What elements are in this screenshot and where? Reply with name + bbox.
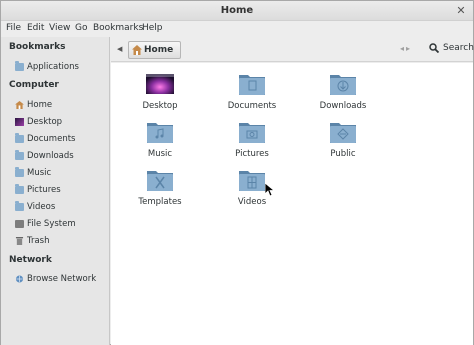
file-label: Pictures	[235, 149, 269, 159]
menu-help[interactable]: Help	[142, 23, 163, 33]
sidebar-item-trash[interactable]: Trash	[15, 233, 107, 248]
sidebar-heading-bookmarks: Bookmarks	[9, 42, 66, 52]
file-label: Videos	[237, 197, 267, 207]
sidebar-item-label: Browse Network	[27, 273, 97, 284]
close-icon[interactable]: ✕	[455, 5, 467, 17]
network-icon	[15, 274, 24, 283]
window-title: Home	[220, 5, 254, 16]
sidebar-item-videos[interactable]: Videos	[15, 199, 107, 214]
pictures-folder-icon	[239, 123, 265, 143]
search-button[interactable]: Search	[429, 43, 474, 53]
file-item-desktop[interactable]: Desktop	[120, 72, 200, 120]
menu-view[interactable]: View	[49, 23, 70, 33]
file-item-documents[interactable]: Documents	[212, 72, 292, 120]
sidebar-item-label: Music	[27, 167, 52, 178]
file-item-videos[interactable]: Videos	[212, 168, 292, 216]
file-item-public[interactable]: Public	[303, 120, 383, 168]
home-icon	[132, 45, 142, 55]
documents-folder-icon	[239, 75, 265, 95]
sidebar-item-home[interactable]: Home	[15, 97, 107, 112]
file-view: Desktop Documents Downloads Music Pictur…	[111, 63, 473, 345]
sidebar-item-applications[interactable]: Applications	[15, 59, 107, 74]
file-manager-window: Home ✕ File Edit View Go Bookmarks Help …	[0, 0, 474, 345]
public-folder-icon	[330, 123, 356, 143]
folder-icon	[15, 149, 24, 160]
file-item-templates[interactable]: Templates	[120, 168, 200, 216]
desktop-icon	[15, 117, 24, 126]
folder-icon	[15, 200, 24, 211]
folder-icon	[15, 60, 24, 71]
file-item-pictures[interactable]: Pictures	[212, 120, 292, 168]
menu-bar: File Edit View Go Bookmarks Help	[1, 21, 473, 37]
templates-folder-icon	[147, 171, 173, 191]
folder-icon	[15, 183, 24, 194]
sidebar-heading-computer: Computer	[9, 80, 59, 90]
home-icon	[15, 100, 24, 109]
sidebar-heading-network: Network	[9, 255, 52, 265]
sidebar-item-label: Videos	[27, 201, 56, 212]
menu-edit[interactable]: Edit	[27, 23, 44, 33]
search-icon	[429, 43, 439, 53]
file-label: Downloads	[319, 101, 367, 111]
toolbar: ◀ Home ◂▸ Search	[111, 37, 474, 62]
sidebar-item-downloads[interactable]: Downloads	[15, 148, 107, 163]
file-label: Public	[330, 149, 356, 159]
sidebar-item-label: Applications	[27, 61, 79, 72]
sidebar: Bookmarks Applications Computer Home Des…	[1, 37, 110, 345]
sidebar-item-label: Home	[27, 99, 53, 110]
sidebar-item-file-system[interactable]: File System	[15, 216, 107, 231]
sidebar-item-label: Desktop	[27, 116, 63, 127]
title-bar[interactable]: Home ✕	[1, 1, 473, 21]
downloads-folder-icon	[330, 75, 356, 95]
sidebar-item-label: Pictures	[27, 184, 61, 195]
sidebar-item-label: Downloads	[27, 150, 74, 161]
sidebar-item-pictures[interactable]: Pictures	[15, 182, 107, 197]
nav-arrows-icon[interactable]: ◂▸	[400, 44, 412, 53]
mouse-pointer-icon	[265, 183, 275, 197]
videos-folder-icon	[239, 171, 265, 191]
sidebar-item-documents[interactable]: Documents	[15, 131, 107, 146]
menu-go[interactable]: Go	[75, 23, 87, 33]
file-item-downloads[interactable]: Downloads	[303, 72, 383, 120]
sidebar-item-desktop[interactable]: Desktop	[15, 114, 107, 129]
back-arrow-icon[interactable]: ◀	[117, 45, 122, 53]
folder-icon	[15, 132, 24, 143]
trash-icon	[15, 236, 24, 245]
music-folder-icon	[147, 123, 173, 143]
file-item-music[interactable]: Music	[120, 120, 200, 168]
menu-file[interactable]: File	[6, 23, 21, 33]
file-label: Music	[147, 149, 173, 159]
search-label: Search	[443, 43, 474, 53]
sidebar-item-browse-network[interactable]: Browse Network	[15, 271, 107, 286]
drive-icon	[15, 219, 24, 228]
sidebar-item-music[interactable]: Music	[15, 165, 107, 180]
sidebar-item-label: File System	[27, 218, 76, 229]
folder-icon	[15, 166, 24, 177]
sidebar-item-label: Trash	[27, 235, 50, 246]
file-label: Desktop	[142, 101, 178, 111]
menu-bookmarks[interactable]: Bookmarks	[93, 23, 143, 33]
sidebar-item-label: Documents	[27, 133, 76, 144]
file-label: Documents	[227, 101, 277, 111]
path-bar-label: Home	[144, 45, 174, 55]
desktop-icon	[146, 74, 174, 94]
path-bar-home-button[interactable]: Home	[128, 41, 181, 59]
file-label: Templates	[138, 197, 182, 207]
